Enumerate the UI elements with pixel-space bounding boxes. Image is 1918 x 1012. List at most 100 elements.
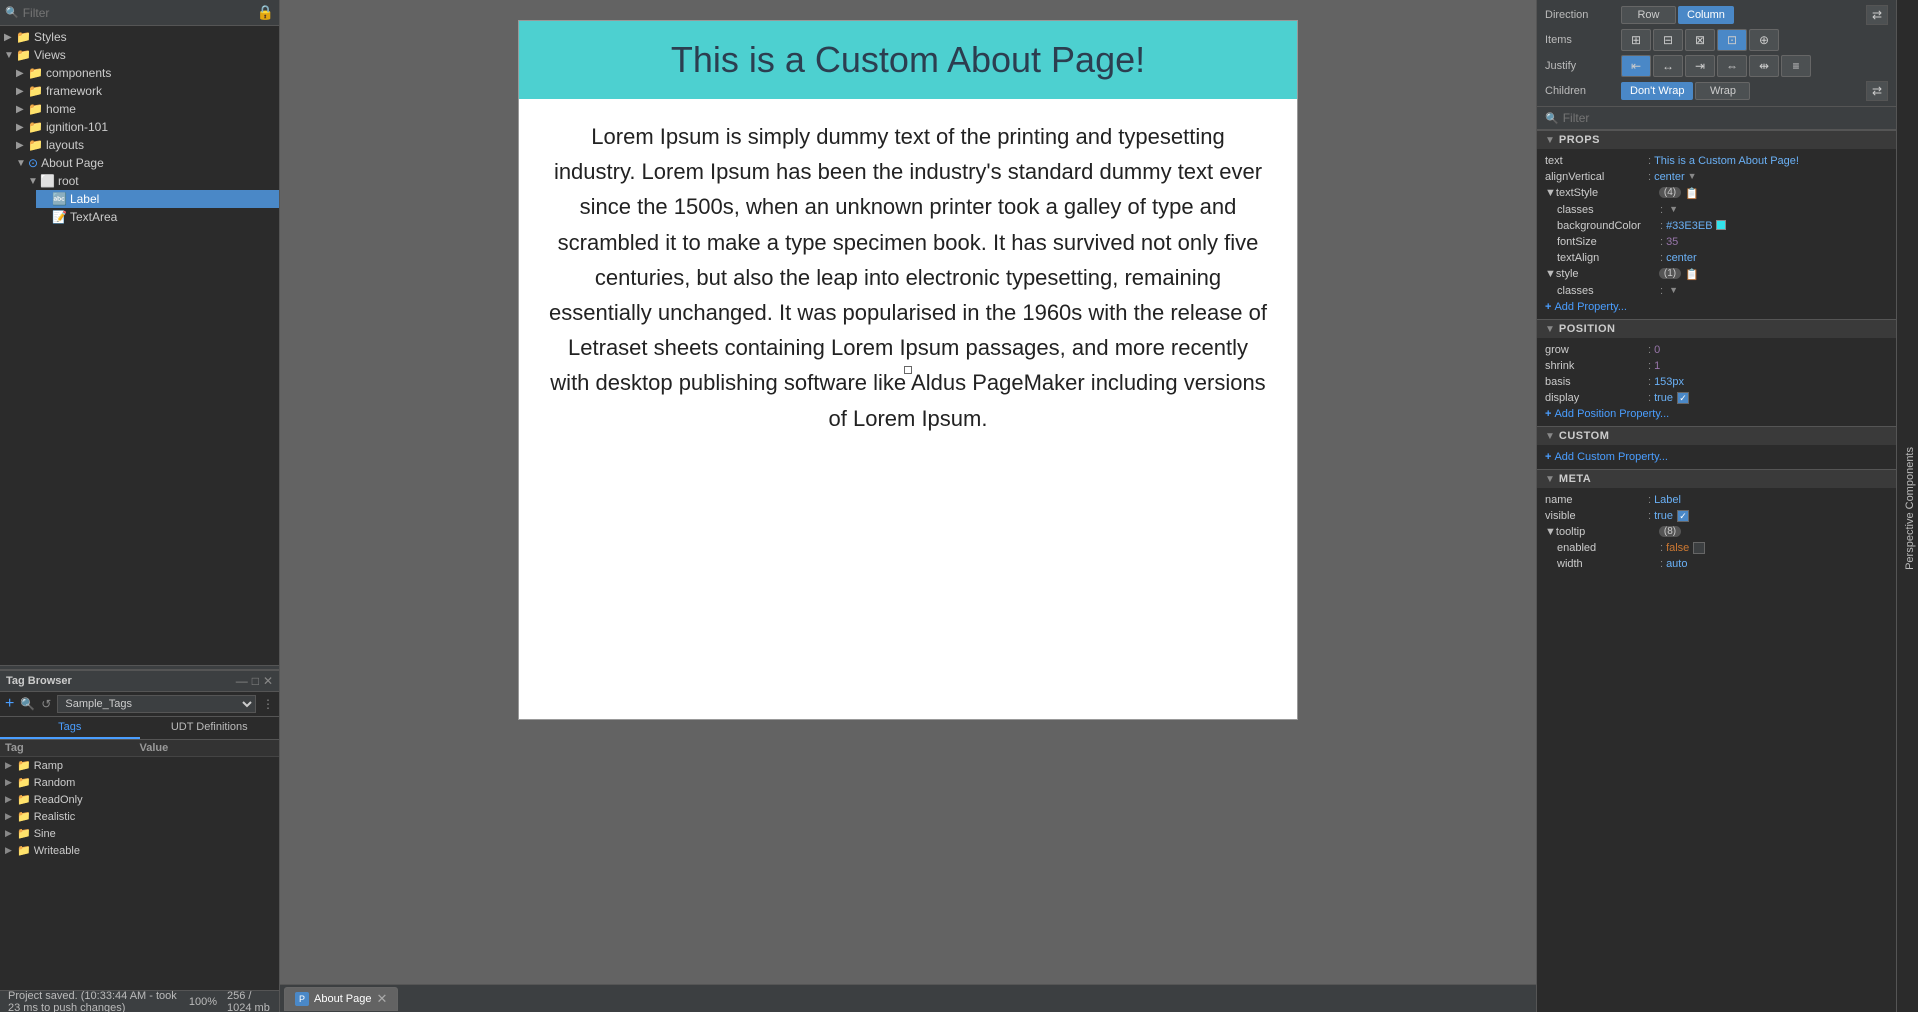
tag-row-writeable[interactable]: ▶ 📁 Writeable: [0, 842, 279, 859]
justify-btn-5[interactable]: ⇹: [1749, 55, 1779, 77]
children-extra-button[interactable]: ⇄: [1866, 81, 1888, 101]
dropdown-arrow-icon[interactable]: ▼: [1688, 171, 1697, 181]
canvas-tab-close-button[interactable]: ✕: [377, 991, 388, 1007]
items-btn-3[interactable]: ⊠: [1685, 29, 1715, 51]
tree-item-views[interactable]: ▼ 📁 Views: [0, 46, 279, 64]
prop-value: 35: [1666, 236, 1678, 248]
prop-tooltip-group[interactable]: ▼ tooltip (8): [1545, 524, 1888, 540]
canvas-tab-bar: P About Page ✕: [280, 984, 1536, 1012]
justify-btn-4[interactable]: ⇔: [1717, 55, 1747, 77]
canvas-tab-about-page[interactable]: P About Page ✕: [284, 987, 398, 1011]
tag-row-realistic[interactable]: ▶ 📁 Realistic: [0, 808, 279, 825]
tag-row-sine[interactable]: ▶ 📁 Sine: [0, 825, 279, 842]
tag-row-random[interactable]: ▶ 📁 Random: [0, 774, 279, 791]
properties-panel: ▼ PROPS text : This is a Custom About Pa…: [1537, 130, 1896, 1012]
display-checkbox[interactable]: [1677, 392, 1689, 404]
filter-input[interactable]: [23, 6, 257, 20]
prop-textstyle-group[interactable]: ▼ textStyle (4) 📋: [1545, 185, 1888, 202]
tags-tab[interactable]: Tags: [0, 717, 140, 739]
tag-row-readonly[interactable]: ▶ 📁 ReadOnly: [0, 791, 279, 808]
add-custom-property-button[interactable]: Add Custom Property...: [1545, 449, 1888, 465]
prop-key: text: [1545, 155, 1645, 167]
visible-checkbox[interactable]: [1677, 510, 1689, 522]
color-swatch[interactable]: [1716, 220, 1726, 230]
page-canvas: This is a Custom About Page! Lorem Ipsum…: [518, 20, 1298, 720]
items-btn-2[interactable]: ⊟: [1653, 29, 1683, 51]
section-expand-icon: ▼: [1545, 135, 1555, 146]
perspective-components-label[interactable]: Perspective Components: [1902, 439, 1918, 578]
tree-item-about-page[interactable]: ▼ ⊙ About Page: [12, 154, 279, 172]
custom-section-header[interactable]: ▼ CUSTOM: [1537, 426, 1896, 445]
prop-style-classes: classes : ▼: [1557, 283, 1888, 299]
position-section-header[interactable]: ▼ POSITION: [1537, 319, 1896, 338]
prop-style-group[interactable]: ▼ style (1) 📋: [1545, 266, 1888, 283]
minimize-icon[interactable]: —: [236, 674, 248, 688]
canvas-tab-label: About Page: [314, 993, 372, 1005]
prop-value: 0: [1654, 344, 1660, 356]
close-icon[interactable]: ✕: [263, 674, 273, 688]
items-btn-4[interactable]: ⊡: [1717, 29, 1747, 51]
tree-item-layouts[interactable]: ▶ 📁 layouts: [12, 136, 279, 154]
prop-key: alignVertical: [1545, 171, 1645, 183]
canvas-header-text: This is a Custom About Page!: [537, 39, 1279, 81]
prop-value: true: [1654, 510, 1673, 522]
tree-label: layouts: [46, 138, 84, 152]
add-tag-button[interactable]: +: [5, 695, 14, 713]
maximize-icon[interactable]: □: [252, 674, 259, 688]
folder-icon: 📁: [17, 827, 31, 840]
items-btn-1[interactable]: ⊞: [1621, 29, 1651, 51]
props-section-header[interactable]: ▼ PROPS: [1537, 130, 1896, 149]
tree-item-label[interactable]: 🔤 Label: [36, 190, 279, 208]
justify-btn-2[interactable]: ↔: [1653, 55, 1683, 77]
tree-item-ignition-101[interactable]: ▶ 📁 ignition-101: [12, 118, 279, 136]
tree-item-root[interactable]: ▼ ⬜ root: [24, 172, 279, 190]
refresh-tags-button[interactable]: ↺: [41, 697, 51, 711]
tooltip-enabled-checkbox[interactable]: [1693, 542, 1705, 554]
justify-btn-1[interactable]: ⇤: [1621, 55, 1651, 77]
status-message: Project saved. (10:33:44 AM - took 23 ms…: [8, 990, 189, 1012]
prop-value: auto: [1666, 558, 1687, 570]
tree-label: About Page: [41, 156, 104, 170]
props-filter-input[interactable]: [1563, 111, 1888, 125]
dropdown-arrow-icon[interactable]: ▼: [1669, 204, 1678, 214]
prop-name: name : Label: [1545, 492, 1888, 508]
dont-wrap-button[interactable]: Don't Wrap: [1621, 82, 1693, 100]
wrap-button[interactable]: Wrap: [1695, 82, 1750, 100]
tree-item-framework[interactable]: ▶ 📁 framework: [12, 82, 279, 100]
justify-btn-3[interactable]: ⇥: [1685, 55, 1715, 77]
tree-label: framework: [46, 84, 102, 98]
tree-item-textarea[interactable]: 📝 TextArea: [36, 208, 279, 226]
prop-fontsize: fontSize : 35: [1557, 234, 1888, 250]
prop-key: enabled: [1557, 542, 1657, 554]
tree-item-home[interactable]: ▶ 📁 home: [12, 100, 279, 118]
flex-controls: Direction Row Column ⇄ Items ⊞ ⊟ ⊠ ⊡: [1545, 5, 1888, 101]
direction-column-button[interactable]: Column: [1678, 6, 1734, 24]
resize-handle[interactable]: [904, 366, 912, 374]
dropdown-arrow-icon[interactable]: ▼: [1669, 285, 1678, 295]
tag-row-ramp[interactable]: ▶ 📁 Ramp: [0, 757, 279, 774]
section-expand-icon: ▼: [1545, 474, 1555, 485]
children-label: Children: [1545, 85, 1615, 97]
lock-icon[interactable]: 🔒: [257, 4, 274, 21]
direction-row-button[interactable]: Row: [1621, 6, 1676, 24]
tag-options-button[interactable]: ⋮: [262, 697, 274, 711]
status-bar: Project saved. (10:33:44 AM - took 23 ms…: [0, 990, 279, 1012]
canvas-scroll-area[interactable]: This is a Custom About Page! Lorem Ipsum…: [280, 0, 1536, 984]
clipboard-icon[interactable]: 📋: [1685, 187, 1699, 200]
tag-value-header: Value: [140, 742, 275, 754]
meta-section-header[interactable]: ▼ META: [1537, 469, 1896, 488]
prop-badge: (8): [1659, 526, 1681, 537]
items-btn-5[interactable]: ⊕: [1749, 29, 1779, 51]
udt-definitions-tab[interactable]: UDT Definitions: [140, 717, 280, 739]
tree-item-components[interactable]: ▶ 📁 components: [12, 64, 279, 82]
prop-tooltip-enabled: enabled : false: [1557, 540, 1888, 556]
add-property-button[interactable]: Add Property...: [1545, 299, 1888, 315]
direction-extra-button[interactable]: ⇄: [1866, 5, 1888, 25]
direction-btn-group: Row Column: [1621, 6, 1734, 24]
clipboard-icon[interactable]: 📋: [1685, 268, 1699, 281]
justify-btn-6[interactable]: ≡: [1781, 55, 1811, 77]
search-tags-button[interactable]: 🔍: [20, 697, 35, 711]
add-position-property-button[interactable]: Add Position Property...: [1545, 406, 1888, 422]
tree-item-styles[interactable]: ▶ 📁 Styles: [0, 28, 279, 46]
tag-source-select[interactable]: Sample_Tags: [57, 695, 256, 713]
